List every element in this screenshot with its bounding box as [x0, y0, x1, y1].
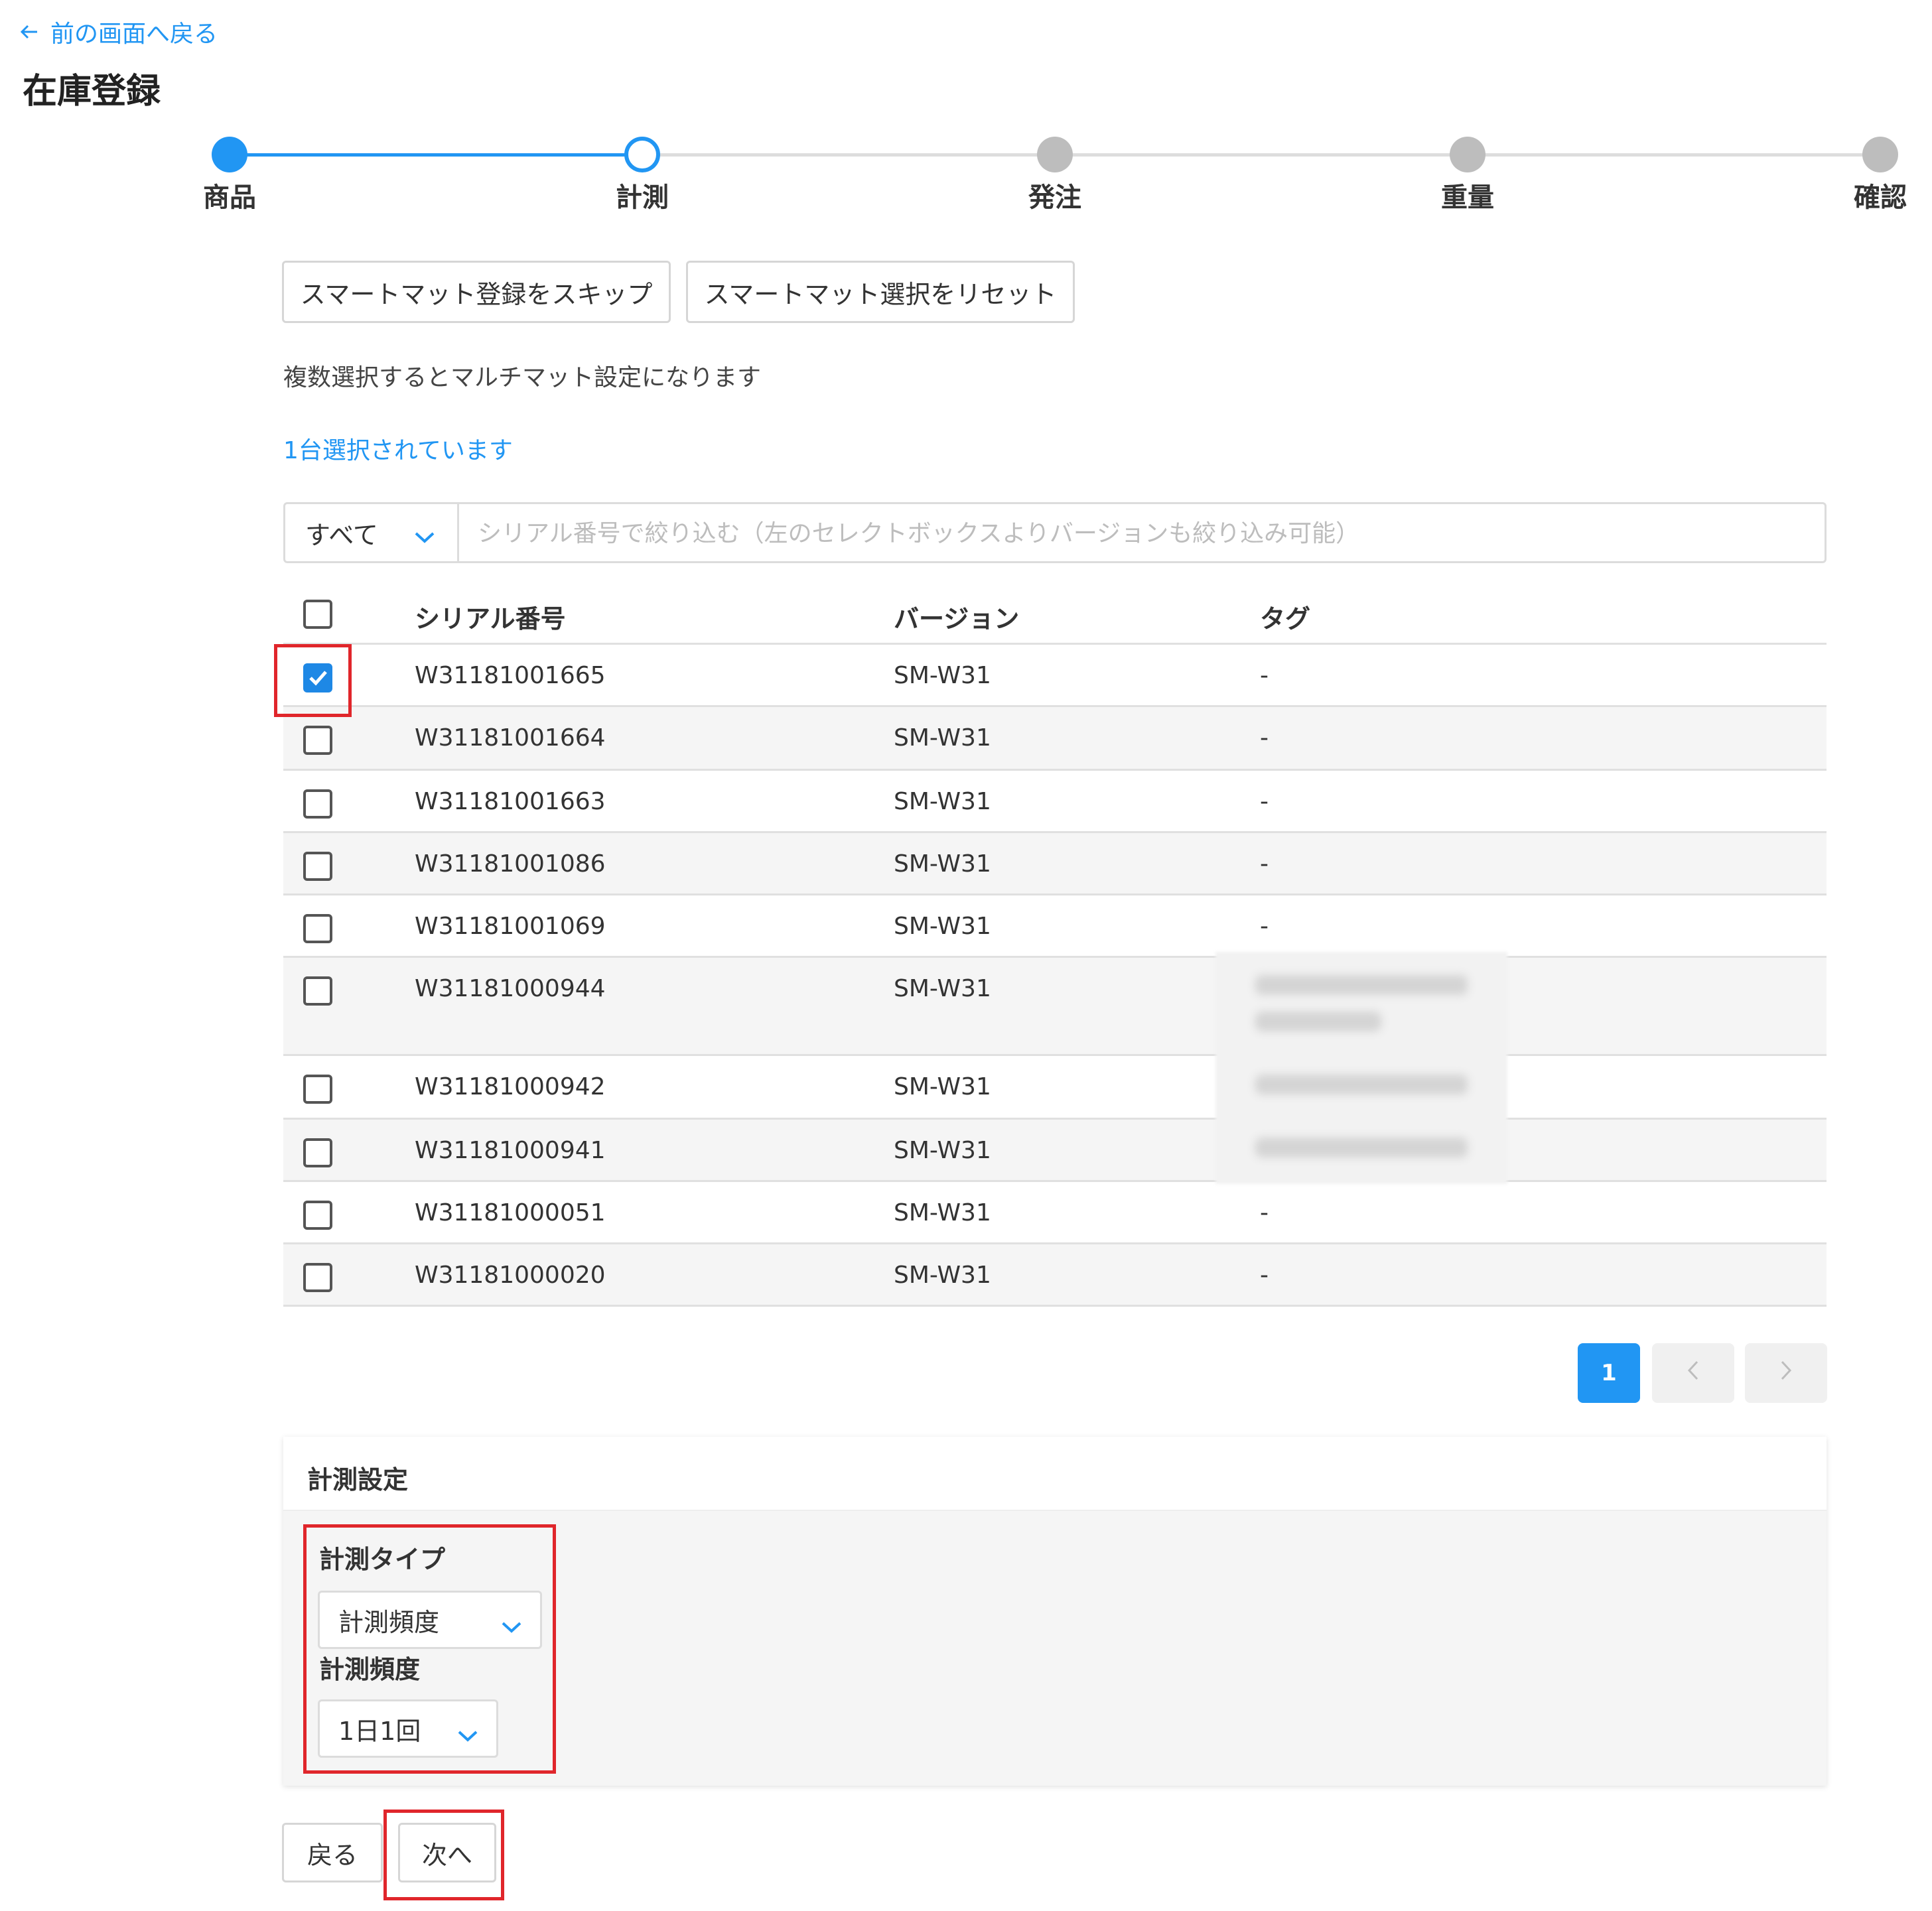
tag-cell: -	[1260, 1199, 1269, 1226]
serial-cell: W31181000942	[415, 1073, 606, 1100]
multi-mat-note: 複数選択するとマルチマット設定になります	[283, 364, 762, 391]
row-checkbox[interactable]	[303, 726, 332, 755]
measure-type-value: 計測頻度	[338, 1607, 440, 1637]
version-cell: SM-W31	[894, 1137, 991, 1164]
row-checkbox[interactable]	[303, 1263, 332, 1292]
measure-frequency-select[interactable]: 1日1回	[318, 1699, 498, 1758]
step-dot-weight	[1450, 137, 1485, 172]
column-header-version: バージョン	[894, 604, 1020, 633]
filter-bar: すべて	[283, 502, 1827, 563]
version-cell: SM-W31	[894, 850, 991, 878]
panel-header: 計測設定	[283, 1437, 1827, 1511]
table-row[interactable]: W31181001663 SM-W31 -	[283, 771, 1827, 833]
next-button[interactable]: 次へ	[398, 1823, 496, 1882]
table-row[interactable]: W31181001664 SM-W31 -	[283, 707, 1827, 771]
serial-cell: W31181001663	[415, 788, 606, 815]
version-filter-select[interactable]: すべて	[285, 504, 459, 561]
arrow-left-icon	[20, 19, 38, 46]
step-dot-measure	[624, 137, 660, 172]
table-row[interactable]: W31181000051 SM-W31 -	[283, 1182, 1827, 1244]
table-row[interactable]: W31181000020 SM-W31 -	[283, 1244, 1827, 1307]
measurement-settings-panel: 計測設定 計測タイプ 計測頻度 計測頻度 1日1回	[283, 1437, 1827, 1786]
chevron-left-icon	[1686, 1359, 1700, 1388]
version-cell: SM-W31	[894, 913, 991, 940]
row-checkbox[interactable]	[303, 1075, 332, 1104]
step-label-measure: 計測	[616, 182, 669, 213]
chevron-down-icon	[456, 1721, 479, 1750]
version-filter-value: すべて	[305, 520, 378, 550]
serial-search-input[interactable]	[459, 504, 1825, 562]
serial-cell: W31181001664	[415, 724, 606, 752]
row-checkbox-checked[interactable]	[303, 663, 332, 692]
version-cell: SM-W31	[894, 975, 991, 1002]
tag-cell: -	[1260, 724, 1269, 752]
version-cell: SM-W31	[894, 1073, 991, 1100]
row-checkbox[interactable]	[303, 976, 332, 1006]
version-cell: SM-W31	[894, 788, 991, 815]
measure-frequency-label: 計測頻度	[319, 1655, 421, 1684]
serial-cell: W31181000051	[415, 1199, 606, 1226]
step-dot-confirm	[1862, 137, 1898, 172]
step-dot-products	[212, 137, 247, 172]
table-row[interactable]: W31181000944 SM-W31	[283, 958, 1827, 1056]
version-cell: SM-W31	[894, 1262, 991, 1289]
selected-count: 1台選択されています	[283, 437, 513, 464]
step-label-weight: 重量	[1441, 182, 1494, 213]
column-header-tag: タグ	[1260, 604, 1311, 633]
back-link-label[interactable]: 前の画面へ戻る	[50, 15, 218, 49]
tag-cell: -	[1260, 1262, 1269, 1289]
row-checkbox[interactable]	[303, 852, 332, 881]
row-checkbox[interactable]	[303, 789, 332, 819]
step-label-products: 商品	[203, 182, 256, 213]
serial-cell: W31181001665	[415, 662, 606, 689]
back-button[interactable]: 戻る	[282, 1823, 383, 1882]
check-icon	[309, 671, 327, 686]
panel-title: 計測設定	[307, 1465, 409, 1494]
step-connector	[642, 153, 1882, 157]
serial-cell: W31181001069	[415, 913, 606, 940]
step-label-order: 発注	[1028, 182, 1081, 213]
select-all-checkbox[interactable]	[303, 600, 332, 629]
table-row[interactable]: W31181000941 SM-W31	[283, 1120, 1827, 1182]
measure-type-select[interactable]: 計測頻度	[318, 1591, 542, 1649]
chevron-right-icon	[1779, 1359, 1793, 1388]
table-row[interactable]: W31181000942 SM-W31	[283, 1056, 1827, 1120]
tag-cell: -	[1260, 788, 1269, 815]
tag-cell: -	[1260, 662, 1269, 689]
serial-cell: W31181000941	[415, 1137, 606, 1164]
version-cell: SM-W31	[894, 1199, 991, 1226]
table-row[interactable]: W31181001086 SM-W31 -	[283, 833, 1827, 895]
redacted-tags	[1215, 952, 1507, 1184]
skip-smartmat-button[interactable]: スマートマット登録をスキップ	[282, 261, 671, 323]
chevron-down-icon	[500, 1613, 523, 1642]
reset-selection-button[interactable]: スマートマット選択をリセット	[686, 261, 1075, 323]
row-checkbox[interactable]	[303, 1201, 332, 1230]
next-page-button[interactable]	[1745, 1343, 1827, 1403]
page-1-button[interactable]: 1	[1578, 1343, 1640, 1403]
row-checkbox[interactable]	[303, 1138, 332, 1167]
row-checkbox[interactable]	[303, 914, 332, 943]
step-dot-order	[1037, 137, 1073, 172]
table-row[interactable]: W31181001665 SM-W31 -	[283, 645, 1827, 707]
back-link[interactable]: 前の画面へ戻る	[20, 15, 218, 49]
step-label-confirm: 確認	[1854, 182, 1907, 213]
serial-cell: W31181000020	[415, 1262, 606, 1289]
chevron-down-icon	[413, 523, 436, 552]
table-header: シリアル番号 バージョン タグ	[283, 584, 1827, 645]
step-connector	[230, 153, 642, 157]
column-header-serial: シリアル番号	[415, 604, 566, 633]
smartmat-table: シリアル番号 バージョン タグ W31181001665 SM-W31- W3118…	[283, 584, 1827, 1307]
page-title: 在庫登録	[23, 72, 161, 111]
prev-page-button[interactable]	[1652, 1343, 1734, 1403]
measure-frequency-value: 1日1回	[338, 1716, 421, 1746]
version-cell: SM-W31	[894, 724, 991, 752]
table-row[interactable]: W31181001069 SM-W31 -	[283, 895, 1827, 958]
serial-cell: W31181000944	[415, 975, 606, 1002]
version-cell: SM-W31	[894, 662, 991, 689]
tag-cell: -	[1260, 850, 1269, 878]
tag-cell: -	[1260, 913, 1269, 940]
measure-type-label: 計測タイプ	[319, 1545, 446, 1574]
serial-cell: W31181001086	[415, 850, 606, 878]
